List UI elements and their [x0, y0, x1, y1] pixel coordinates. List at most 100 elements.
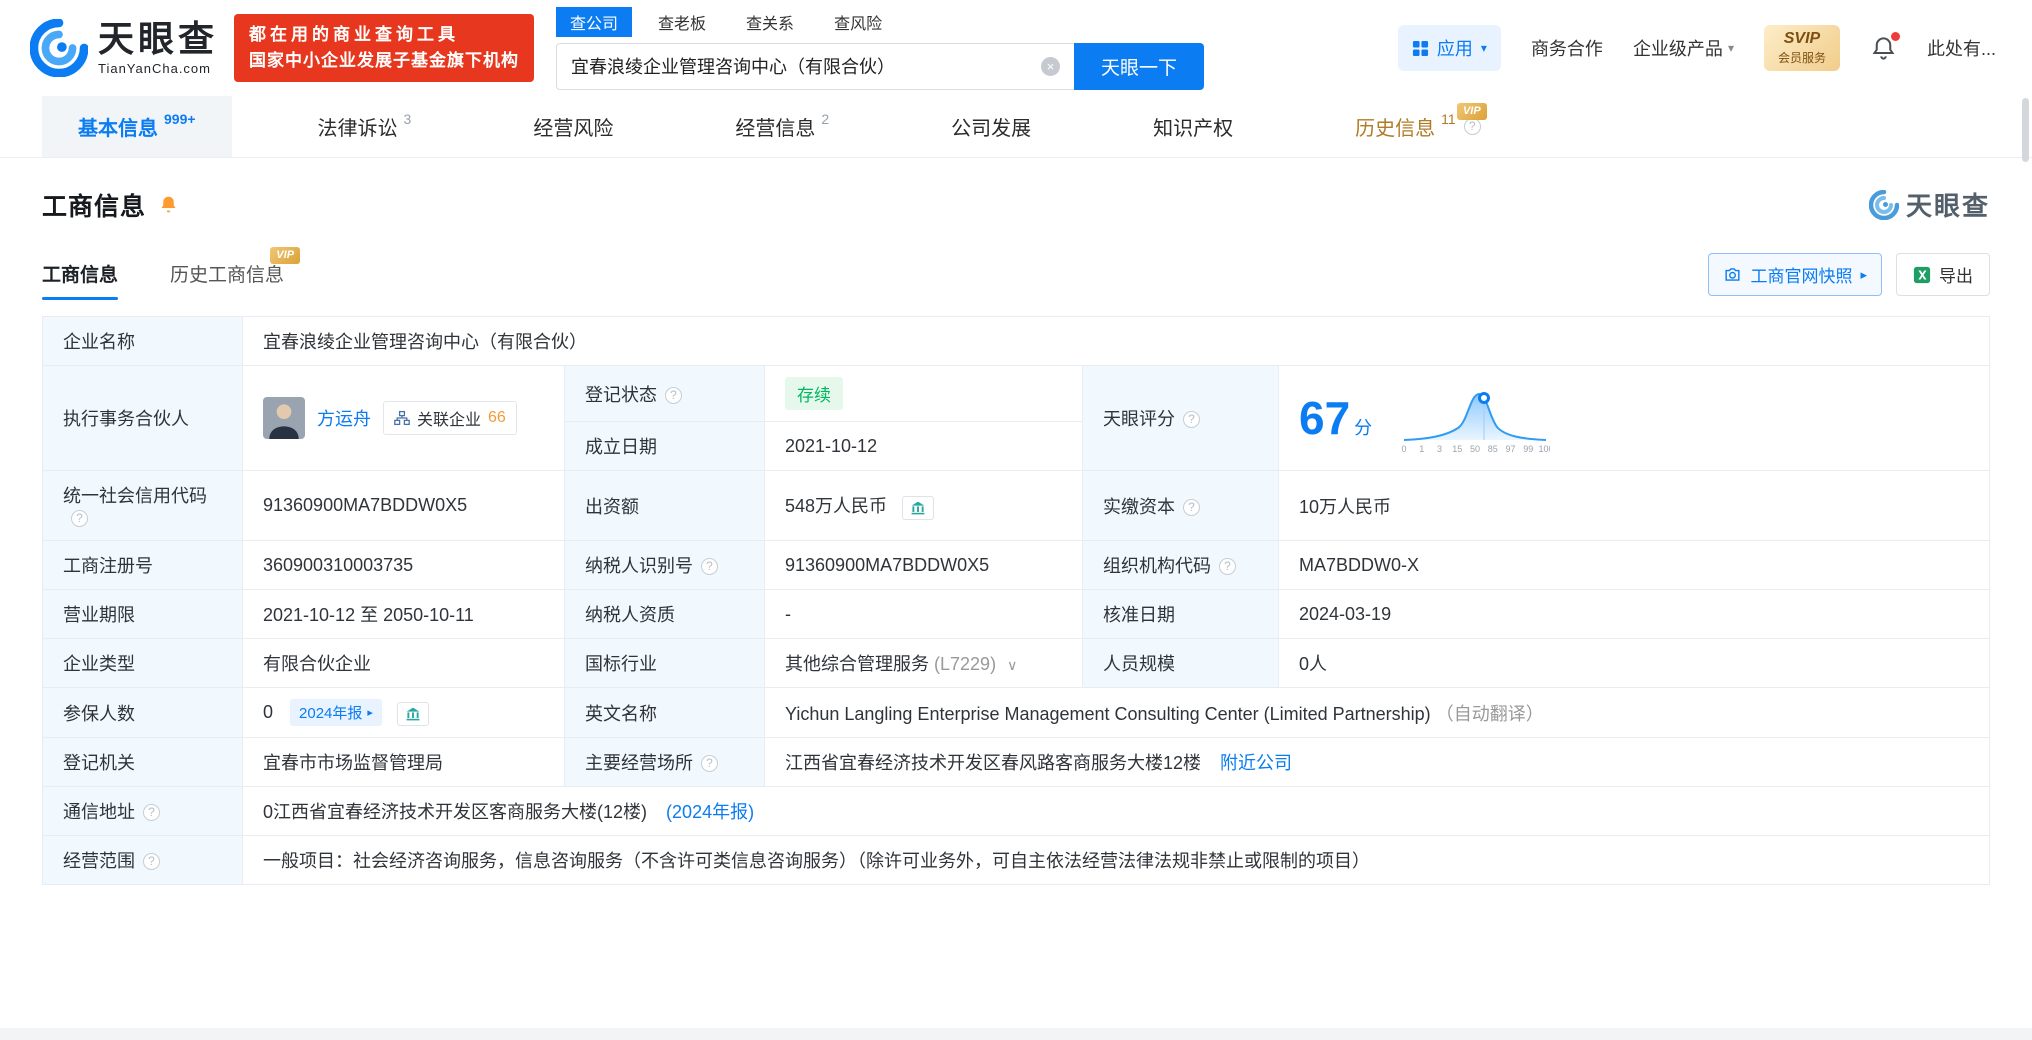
official-snapshot-button[interactable]: 工商官网快照 ▸	[1708, 253, 1882, 296]
tab-intellectual-property[interactable]: 知识产权	[1117, 96, 1269, 157]
subtab-label: 工商信息	[42, 265, 119, 286]
help-icon[interactable]: ?	[1183, 411, 1200, 428]
help-icon[interactable]: ?	[143, 804, 160, 821]
business-term-value: 2021-10-12 至 2050-10-11	[242, 589, 565, 639]
help-icon[interactable]: ?	[701, 755, 718, 772]
field-label: 参保人数	[42, 687, 243, 738]
related-companies-count: 66	[488, 409, 506, 426]
capital-detail-button[interactable]	[902, 495, 935, 520]
subscribe-bell-icon[interactable]	[158, 194, 179, 215]
slogan-line2: 国家中小企业发展子基金旗下机构	[249, 51, 520, 70]
tab-history-info[interactable]: VIP 历史信息 11 ?	[1319, 96, 1551, 157]
partner-avatar[interactable]	[263, 397, 305, 439]
search-area: 查公司 查老板 查关系 查风险 × 天眼一下	[556, 6, 1205, 90]
registration-status-cell: 存续	[764, 365, 1083, 422]
svip-membership-badge[interactable]: SVIP 会员服务	[1763, 25, 1840, 71]
apps-button[interactable]: 应用 ▾	[1397, 25, 1501, 71]
help-icon[interactable]: ?	[1183, 498, 1200, 516]
scrollbar-thumb[interactable]	[2022, 98, 2029, 162]
score-distribution-chart: 0 1 3 15 50 85 97 99 100	[1402, 392, 1550, 454]
search-tab-risk[interactable]: 查风险	[820, 7, 896, 37]
field-label: 天眼评分?	[1082, 365, 1279, 471]
help-icon[interactable]: ?	[143, 853, 160, 870]
related-companies-label: 关联企业	[417, 412, 482, 429]
business-cooperation-link[interactable]: 商务合作	[1531, 35, 1603, 61]
table-row: 工商注册号 360900310003735 纳税人识别号? 91360900MA…	[42, 540, 1990, 590]
tab-business-info[interactable]: 经营信息 2	[699, 96, 865, 157]
field-label: 纳税人资质	[564, 589, 765, 639]
arrow-right-icon: ▸	[1860, 266, 1867, 282]
annual-report-badge[interactable]: 2024年报 ▸	[290, 699, 382, 726]
tab-company-development[interactable]: 公司发展	[915, 96, 1067, 157]
approval-date-value: 2024-03-19	[1278, 589, 1990, 639]
enterprise-products-link[interactable]: 企业级产品 ▾	[1633, 35, 1734, 61]
help-icon[interactable]: ?	[665, 386, 682, 404]
english-name-cell: Yichun Langling Enterprise Management Co…	[764, 687, 1990, 738]
search-tab-company[interactable]: 查公司	[556, 6, 633, 37]
search-button[interactable]: 天眼一下	[1074, 42, 1205, 90]
tab-business-risk[interactable]: 经营风险	[497, 96, 649, 157]
field-label: 出资额	[564, 470, 765, 541]
svg-text:3: 3	[1437, 444, 1442, 454]
subtab-business-registration[interactable]: 工商信息	[42, 260, 119, 300]
score-cell: 67 分 0 1 3 15 50 85 97 99 10	[1278, 365, 1990, 471]
business-cooperation-label: 商务合作	[1530, 39, 1603, 59]
taxpayer-quality-value: -	[764, 589, 1083, 639]
table-row: 执行事务合伙人 方运舟 关联企业 66 登记状态 ? 存续 天眼评分 ? 67 …	[42, 365, 1990, 471]
svg-text:50: 50	[1470, 444, 1480, 454]
search-tab-relation[interactable]: 查关系	[732, 7, 808, 37]
tab-legal-proceedings[interactable]: 法律诉讼 3	[282, 96, 448, 157]
help-icon[interactable]: ?	[1219, 558, 1236, 575]
tab-basic-info[interactable]: 基本信息 999+	[42, 96, 232, 157]
annual-report-link[interactable]: (2024年报)	[666, 802, 754, 822]
help-icon[interactable]: ?	[1463, 118, 1481, 135]
tab-label: 经营信息	[735, 118, 816, 140]
user-menu[interactable]: 此处有...	[1927, 35, 1996, 61]
company-type-value: 有限合伙企业	[242, 638, 565, 688]
field-label: 主要经营场所?	[564, 737, 765, 787]
status-badge: 存续	[785, 377, 843, 410]
export-button[interactable]: 导出	[1896, 253, 1990, 296]
table-row: 登记机关 宜春市市场监督管理局 主要经营场所? 江西省宜春经济技术开发区春风路客…	[42, 737, 1990, 787]
insured-cell: 0 2024年报 ▸	[242, 687, 565, 738]
field-label: 企业类型	[42, 638, 243, 688]
field-label: 统一社会信用代码?	[42, 470, 243, 541]
apps-label: 应用	[1436, 39, 1473, 59]
svg-text:15: 15	[1452, 444, 1462, 454]
company-name-value: 宜春浪绫企业管理咨询中心（有限合伙）	[242, 316, 1990, 366]
nearby-companies-link[interactable]: 附近公司	[1220, 753, 1292, 773]
taxpayer-id-value: 91360900MA7BDDW0X5	[764, 540, 1083, 590]
insured-detail-button[interactable]	[396, 702, 429, 726]
subtab-label: 历史工商信息	[170, 265, 285, 286]
chevron-down-icon[interactable]: ∨	[1007, 657, 1017, 673]
field-label: 登记机关	[42, 737, 243, 787]
search-input[interactable]	[557, 43, 1075, 89]
search-tab-boss[interactable]: 查老板	[644, 7, 720, 37]
registration-authority-value: 宜春市市场监督管理局	[242, 737, 565, 787]
related-companies-badge[interactable]: 关联企业 66	[383, 401, 517, 435]
field-label: 成立日期	[564, 421, 765, 471]
subtab-history-business-registration[interactable]: 历史工商信息 VIP	[170, 247, 301, 300]
help-icon[interactable]: ?	[701, 558, 718, 575]
field-label: 经营范围?	[42, 835, 243, 885]
business-scope-value: 一般项目：社会经济咨询服务，信息咨询服务（不含许可类信息咨询服务）（除许可业务外…	[242, 835, 1990, 885]
brand-name: 天眼查	[98, 17, 219, 59]
brand-watermark: 天眼查	[1868, 186, 1990, 223]
search-box: ×	[556, 42, 1075, 90]
arrow-right-icon: ▸	[367, 707, 373, 719]
table-row: 参保人数 0 2024年报 ▸ 英文名称 Yichun Langling Ent	[42, 687, 1990, 738]
table-row: 经营范围? 一般项目：社会经济咨询服务，信息咨询服务（不含许可类信息咨询服务）（…	[42, 835, 1990, 885]
help-icon[interactable]: ?	[71, 510, 88, 527]
registration-number-value: 360900310003735	[242, 540, 565, 590]
bank-icon	[911, 501, 925, 514]
notification-bell-icon[interactable]	[1870, 31, 1900, 62]
industry-cell: 其他综合管理服务 (L7229) ∨	[764, 638, 1083, 688]
brand-logo[interactable]: 天眼查 TianYanCha.com	[30, 19, 218, 77]
table-row: 企业类型 有限合伙企业 国标行业 其他综合管理服务 (L7229) ∨ 人员规模…	[42, 638, 1990, 688]
field-label: 营业期限	[42, 589, 243, 639]
staff-size-value: 0人	[1278, 638, 1990, 688]
camera-icon	[1725, 268, 1741, 281]
clear-search-icon[interactable]: ×	[1041, 56, 1061, 76]
brand-domain: TianYanCha.com	[98, 60, 211, 76]
partner-name-link[interactable]: 方运舟	[317, 405, 371, 431]
